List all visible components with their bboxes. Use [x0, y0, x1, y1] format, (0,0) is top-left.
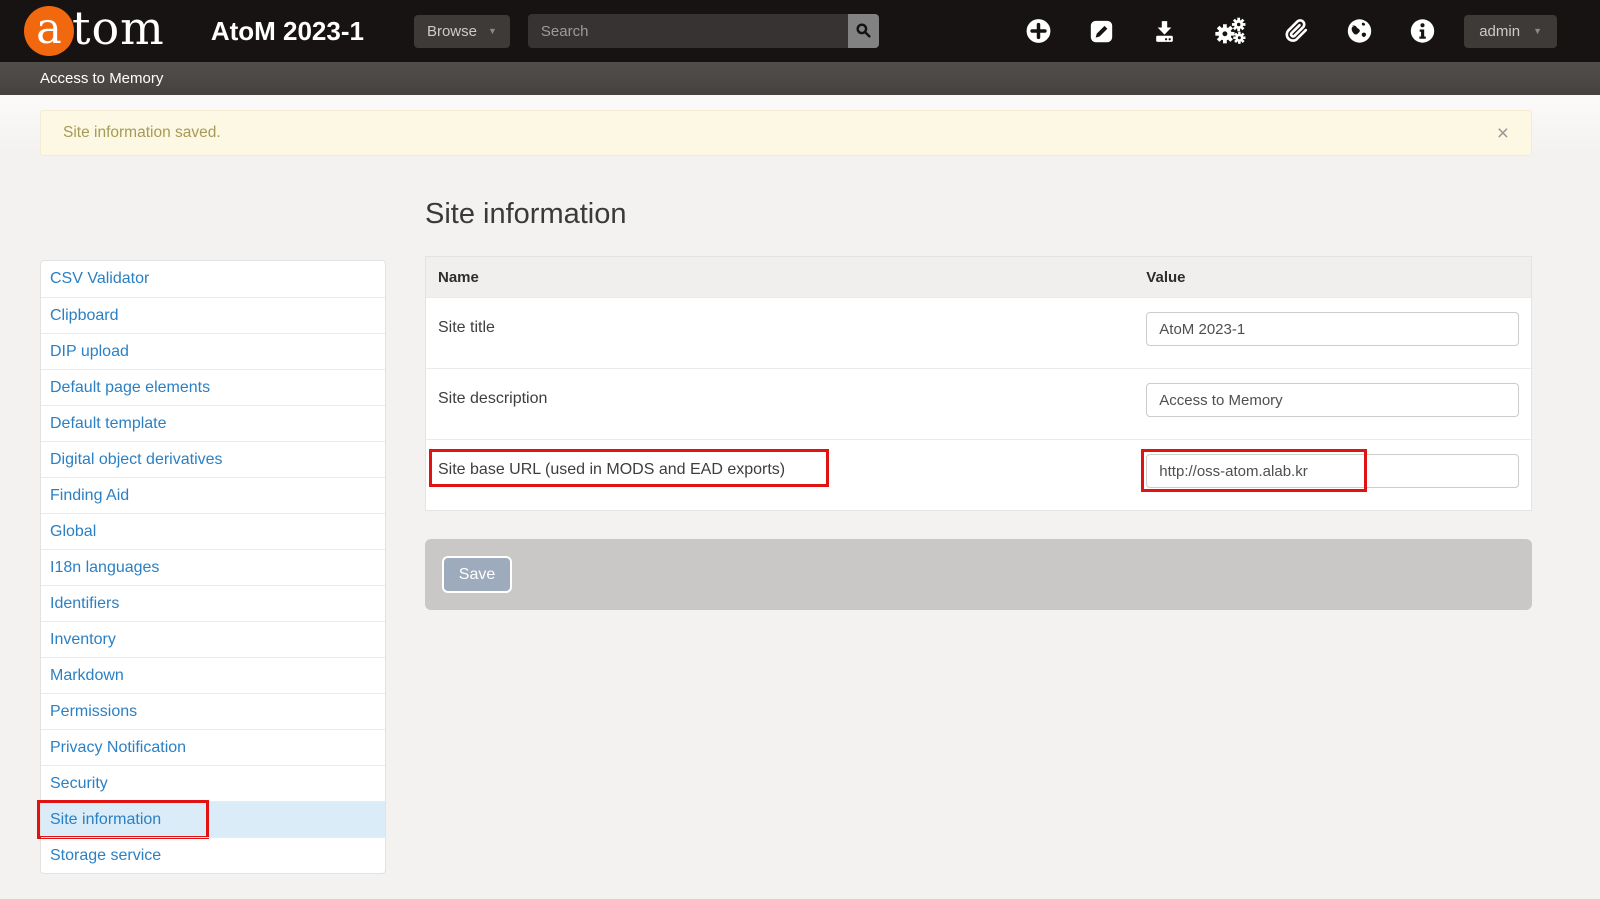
add-icon[interactable]: [1025, 17, 1052, 45]
alert-banner: Site information saved. ×: [40, 110, 1532, 156]
admin-gears-icon[interactable]: [1214, 17, 1247, 45]
top-navbar: atom AtoM 2023-1 Browse ▼: [0, 0, 1600, 62]
annotation-box-base-url-value: [1141, 449, 1367, 492]
atom-logo-rest: tom: [72, 5, 165, 57]
navbar-icon-menu: [1025, 17, 1436, 45]
browse-menu-button[interactable]: Browse ▼: [414, 15, 510, 48]
site-title-link[interactable]: AtoM 2023-1: [211, 16, 364, 47]
search-icon: [854, 21, 872, 42]
clipboard-paperclip-icon[interactable]: [1283, 17, 1310, 45]
quick-links-info-icon[interactable]: [1409, 17, 1436, 45]
sidebar-item-markdown[interactable]: Markdown: [41, 657, 385, 693]
content-area: CSV Validator Clipboard DIP upload Defau…: [0, 156, 1600, 874]
browse-label: Browse: [427, 23, 477, 40]
annotation-box-base-url-label: [429, 449, 829, 487]
sidebar-item-dip-upload[interactable]: DIP upload: [41, 333, 385, 369]
table-row-site-base-url: Site base URL (used in MODS and EAD expo…: [426, 439, 1531, 510]
settings-menu: CSV Validator Clipboard DIP upload Defau…: [41, 261, 385, 873]
sidebar-item-csv-validator[interactable]: CSV Validator: [41, 261, 385, 297]
sidebar-item-storage-service[interactable]: Storage service: [41, 837, 385, 873]
sidebar-item-permissions[interactable]: Permissions: [41, 693, 385, 729]
site-description-input[interactable]: [1146, 383, 1519, 417]
user-menu-button[interactable]: admin ▼: [1464, 15, 1557, 48]
search-button[interactable]: [848, 14, 879, 48]
sidebar-item-inventory[interactable]: Inventory: [41, 621, 385, 657]
search-input[interactable]: [528, 14, 848, 48]
site-description-text: Access to Memory: [40, 70, 163, 87]
sidebar-item-digital-object-derivatives[interactable]: Digital object derivatives: [41, 441, 385, 477]
column-header-value: Value: [1134, 257, 1531, 297]
alert-close-button[interactable]: ×: [1495, 123, 1511, 144]
sidebar-item-i18n-languages[interactable]: I18n languages: [41, 549, 385, 585]
caret-down-icon: ▼: [488, 26, 497, 36]
sidebar-item-finding-aid[interactable]: Finding Aid: [41, 477, 385, 513]
annotation-box-sidebar: [37, 800, 209, 839]
caret-down-icon: ▼: [1533, 26, 1542, 36]
alert-message: Site information saved.: [63, 124, 221, 142]
sidebar-item-identifiers[interactable]: Identifiers: [41, 585, 385, 621]
sidebar-item-global[interactable]: Global: [41, 513, 385, 549]
sidebar-item-site-information[interactable]: Site information: [41, 801, 385, 837]
setting-label: Site description: [438, 390, 547, 407]
table-row-site-title: Site title: [426, 297, 1531, 368]
form-actions-bar: Save: [425, 539, 1532, 610]
settings-table: Name Value Site title Site description S…: [425, 256, 1532, 511]
edit-icon[interactable]: [1088, 18, 1115, 45]
site-title-input[interactable]: [1146, 312, 1519, 346]
atom-logo-a: a: [24, 6, 74, 56]
sidebar-item-default-page-elements[interactable]: Default page elements: [41, 369, 385, 405]
search-box: [528, 14, 879, 48]
user-menu-label: admin: [1479, 23, 1520, 40]
sidebar-item-privacy-notification[interactable]: Privacy Notification: [41, 729, 385, 765]
settings-sidebar: CSV Validator Clipboard DIP upload Defau…: [40, 260, 386, 874]
sidebar-item-default-template[interactable]: Default template: [41, 405, 385, 441]
sidebar-item-security[interactable]: Security: [41, 765, 385, 801]
setting-label: Site title: [438, 319, 495, 336]
table-row-site-description: Site description: [426, 368, 1531, 439]
column-header-name: Name: [426, 257, 1134, 297]
site-description-bar: Access to Memory: [0, 62, 1600, 95]
import-icon[interactable]: [1151, 18, 1178, 45]
table-header-row: Name Value: [426, 257, 1531, 297]
sidebar-item-clipboard[interactable]: Clipboard: [41, 297, 385, 333]
save-button[interactable]: Save: [442, 556, 512, 593]
main-panel: Site information Name Value Site title S…: [425, 156, 1532, 610]
page-title: Site information: [425, 198, 1532, 231]
atom-logo[interactable]: atom: [24, 5, 165, 57]
language-globe-icon[interactable]: [1346, 17, 1373, 45]
